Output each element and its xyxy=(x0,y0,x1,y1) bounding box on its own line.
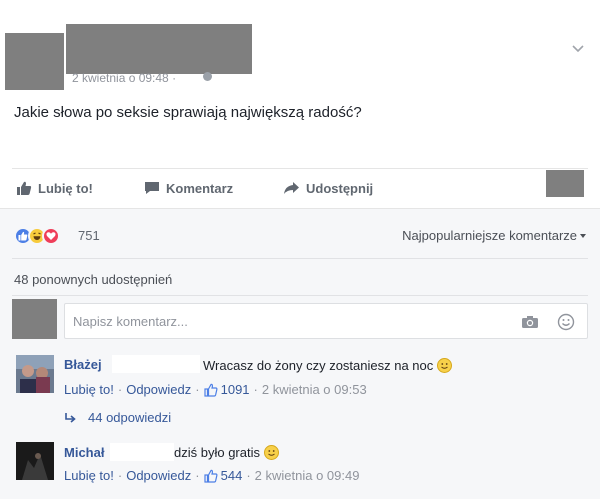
surname-redacted xyxy=(112,355,200,373)
page-avatar-redacted xyxy=(546,170,584,197)
comment-author[interactable]: Błażej xyxy=(64,357,102,372)
thumbs-up-outline-icon xyxy=(204,383,218,397)
comment-like-link[interactable]: Lubię to! xyxy=(64,382,114,397)
share-button-label: Udostępnij xyxy=(306,180,374,196)
comment-author[interactable]: Michał xyxy=(64,445,104,460)
comment-meta: Lubię to! · Odpowiedz · 1091 · 2 kwietni… xyxy=(64,382,367,397)
separator: · xyxy=(246,468,251,483)
comment-meta: Lubię to! · Odpowiedz · 544 · 2 kwietnia… xyxy=(64,468,359,483)
author-avatar-redacted xyxy=(5,33,64,90)
comment-text-body: dziś było gratis xyxy=(174,445,260,460)
separator: · xyxy=(253,382,258,397)
reaction-count[interactable]: 751 xyxy=(78,228,100,243)
view-replies-link[interactable]: 44 odpowiedzi xyxy=(64,410,171,425)
comment-text: dziś było gratis xyxy=(174,445,279,460)
comment-date[interactable]: 2 kwietnia o 09:49 xyxy=(255,468,360,483)
surname-redacted xyxy=(110,443,174,461)
separator: · xyxy=(117,382,123,397)
like-button[interactable]: Lubię to! xyxy=(16,180,93,196)
love-reaction-icon xyxy=(42,227,60,245)
comment-reply-link[interactable]: Odpowiedz xyxy=(126,382,191,397)
sort-label: Najpopularniejsze komentarze xyxy=(402,228,577,243)
share-arrow-icon xyxy=(284,182,299,194)
reply-arrow-icon xyxy=(65,412,76,423)
comment-text-body: Wracasz do żony czy zostaniesz na noc xyxy=(203,358,434,373)
shares-count-link[interactable]: 48 ponownych udostępnień xyxy=(14,272,172,287)
comment-icon xyxy=(145,182,159,194)
thumbs-up-icon xyxy=(17,181,32,195)
comment-input[interactable] xyxy=(65,304,505,338)
commenter-avatar[interactable] xyxy=(16,442,54,480)
comment-date[interactable]: 2 kwietnia o 09:53 xyxy=(262,382,367,397)
separator: · xyxy=(117,468,123,483)
commenter-avatar[interactable] xyxy=(16,355,54,393)
camera-icon[interactable] xyxy=(521,315,539,329)
comment-likes[interactable]: 1091 xyxy=(204,382,250,397)
globe-icon xyxy=(203,72,212,81)
comment-like-link[interactable]: Lubię to! xyxy=(64,468,114,483)
smile-emoji-icon xyxy=(263,445,279,460)
comment-likes-count: 1091 xyxy=(220,382,250,397)
comment-input-box[interactable] xyxy=(64,303,588,339)
divider xyxy=(12,295,588,296)
comment-button[interactable]: Komentarz xyxy=(144,180,233,196)
share-button[interactable]: Udostępnij xyxy=(283,180,373,196)
comment-button-label: Komentarz xyxy=(166,180,234,196)
caret-down-icon xyxy=(580,234,586,238)
thumbs-up-outline-icon xyxy=(204,469,218,483)
comment-likes[interactable]: 544 xyxy=(204,468,243,483)
post-timestamp[interactable]: 2 kwietnia o 09:48 · xyxy=(72,71,176,85)
divider xyxy=(12,168,588,169)
separator: · xyxy=(195,382,200,397)
like-button-label: Lubię to! xyxy=(38,180,93,196)
separator: · xyxy=(195,468,200,483)
comment-reply-link[interactable]: Odpowiedz xyxy=(126,468,191,483)
author-name-redacted xyxy=(66,24,252,74)
comment-likes-count: 544 xyxy=(220,468,243,483)
post-text: Jakie słowa po seksie sprawiają najwięks… xyxy=(14,104,362,121)
divider xyxy=(12,258,588,259)
sort-comments-dropdown[interactable]: Najpopularniejsze komentarze xyxy=(402,228,586,243)
my-avatar-redacted xyxy=(12,299,57,339)
post-card: 2 kwietnia o 09:48 · Jakie słowa po seks… xyxy=(0,0,600,499)
reaction-icons[interactable] xyxy=(14,227,60,245)
chevron-down-icon[interactable] xyxy=(571,44,585,54)
replies-label: 44 odpowiedzi xyxy=(88,410,172,425)
smile-emoji-icon xyxy=(437,358,453,373)
emoji-icon[interactable] xyxy=(557,313,575,331)
comment-text: Wracasz do żony czy zostaniesz na noc xyxy=(203,358,453,373)
